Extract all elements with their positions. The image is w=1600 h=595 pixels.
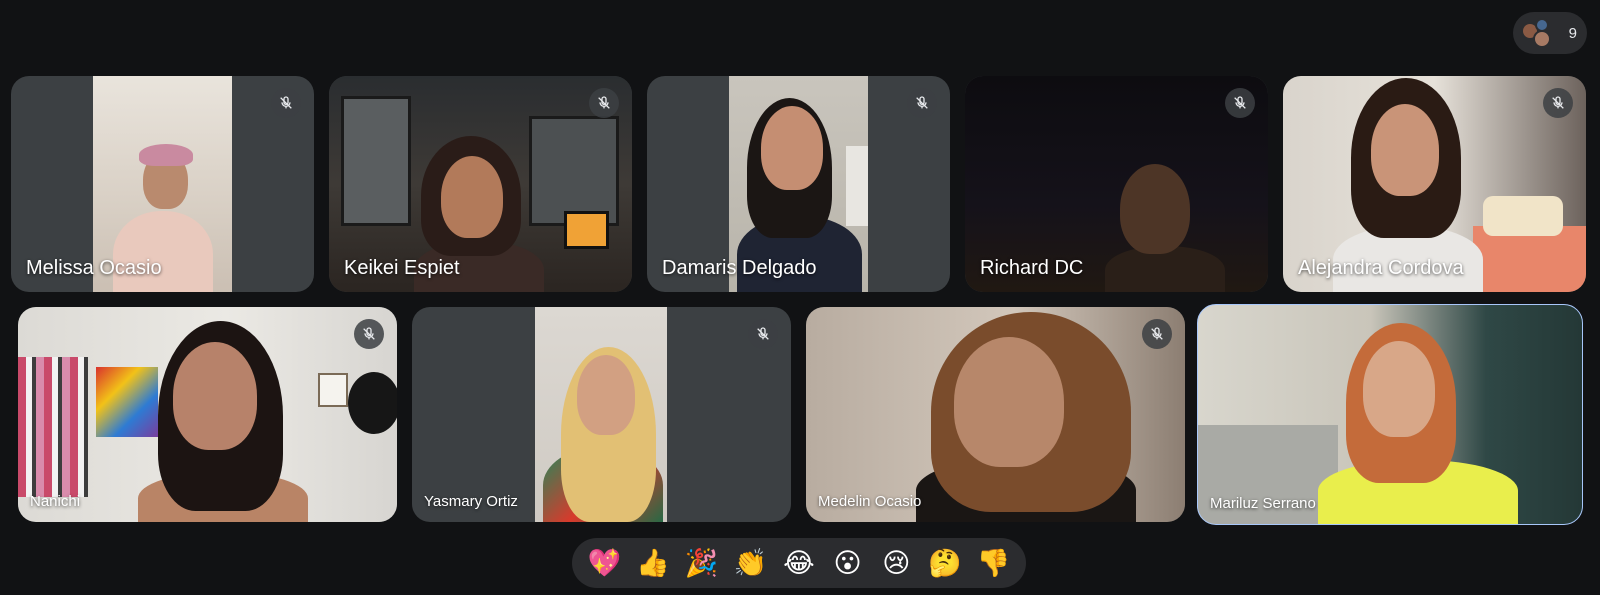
reactions-bar: 💖 👍 🎉 👏 😂 😮 😢 🤔 👎 <box>572 538 1026 588</box>
thumbs-down-icon[interactable]: 👎 <box>973 542 1015 584</box>
video-tile[interactable]: Melissa Ocasio <box>11 76 314 292</box>
mic-off-icon <box>1543 88 1573 118</box>
video-tile-active[interactable]: Mariluz Serrano <box>1197 304 1583 525</box>
video-tile[interactable]: Keikei Espiet <box>329 76 632 292</box>
thumbs-up-icon[interactable]: 👍 <box>632 542 674 584</box>
crying-face-icon[interactable]: 😢 <box>875 542 917 584</box>
video-tile[interactable]: Damaris Delgado <box>647 76 950 292</box>
participant-name: Melissa Ocasio <box>26 257 162 279</box>
clapping-hands-icon[interactable]: 👏 <box>729 542 771 584</box>
participant-name: Damaris Delgado <box>662 257 817 279</box>
video-tile[interactable]: Alejandra Cordova <box>1283 76 1586 292</box>
mic-off-icon <box>589 88 619 118</box>
meeting-stage: 9 Melissa Ocasio Keikei Espiet Damaris D… <box>0 0 1600 595</box>
mic-off-icon <box>1225 88 1255 118</box>
party-popper-icon[interactable]: 🎉 <box>681 542 723 584</box>
surprised-face-icon[interactable]: 😮 <box>827 542 869 584</box>
video-feed <box>535 307 667 522</box>
video-tile[interactable]: Yasmary Ortiz <box>412 307 791 522</box>
participant-name: Mariluz Serrano <box>1210 495 1316 512</box>
thinking-face-icon[interactable]: 🤔 <box>924 542 966 584</box>
participant-name: Nanichi <box>30 493 81 510</box>
mic-off-icon <box>748 319 778 349</box>
participants-button[interactable]: 9 <box>1513 12 1587 54</box>
mic-off-icon <box>907 88 937 118</box>
video-feed <box>1198 305 1582 524</box>
participant-name: Yasmary Ortiz <box>424 493 518 510</box>
video-tile[interactable]: Richard DC <box>965 76 1268 292</box>
mic-off-icon <box>271 88 301 118</box>
participant-name: Keikei Espiet <box>344 257 460 279</box>
participant-name: Medelin Ocasio <box>818 493 922 510</box>
video-feed <box>806 307 1185 522</box>
participant-name: Alejandra Cordova <box>1298 257 1464 279</box>
video-tile[interactable]: Medelin Ocasio <box>806 307 1185 522</box>
mic-off-icon <box>354 319 384 349</box>
people-avatars-icon <box>1521 18 1555 48</box>
video-tile[interactable]: Nanichi <box>18 307 397 522</box>
mic-off-icon <box>1142 319 1172 349</box>
participant-name: Richard DC <box>980 257 1084 279</box>
participant-count: 9 <box>1568 24 1577 42</box>
tears-of-joy-icon[interactable]: 😂 <box>778 542 820 584</box>
sparkling-heart-icon[interactable]: 💖 <box>583 542 625 584</box>
video-feed <box>18 307 397 522</box>
